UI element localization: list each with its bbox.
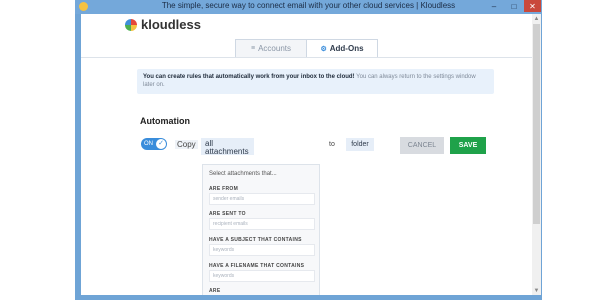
subject-keywords-input[interactable]: keywords (209, 244, 315, 256)
list-icon: ≡ (251, 45, 256, 52)
scroll-up-icon[interactable]: ▲ (532, 14, 541, 23)
filter-label-filename: HAVE A FILENAME THAT CONTAINS (209, 263, 305, 269)
app-header: kloudless (81, 14, 532, 36)
check-icon: ✓ (156, 139, 166, 149)
kloudless-logo-icon (125, 18, 137, 31)
filter-label-from: ARE FROM (209, 186, 239, 192)
attachment-filter-panel: Select attachments that... ARE FROM send… (202, 164, 320, 295)
app-window: The simple, secure way to connect email … (75, 0, 542, 300)
minimize-button[interactable]: – (484, 0, 504, 12)
folder-select[interactable]: folder (346, 138, 374, 151)
header-divider (81, 57, 532, 58)
minimize-icon: – (491, 1, 497, 11)
attachment-select[interactable]: all attachments (201, 138, 254, 156)
vertical-scrollbar[interactable]: ▲ ▼ (532, 14, 541, 295)
to-label: to (329, 141, 335, 148)
filter-panel-heading: Select attachments that... (209, 171, 277, 177)
sender-emails-input[interactable]: sender emails (209, 193, 315, 205)
recipient-emails-input[interactable]: recipient emails (209, 218, 315, 230)
action-select[interactable]: Copy (175, 140, 198, 149)
cancel-button[interactable]: CANCEL (400, 137, 444, 154)
save-button[interactable]: SAVE (450, 137, 486, 154)
tab-add-ons-label: Add-Ons (329, 44, 364, 53)
filename-keywords-input[interactable]: keywords (209, 270, 315, 282)
scroll-down-icon[interactable]: ▼ (532, 286, 541, 295)
window-title: The simple, secure way to connect email … (161, 1, 456, 10)
tab-accounts[interactable]: ≡ Accounts (236, 40, 307, 57)
toggle-label: ON (144, 141, 153, 147)
maximize-icon: □ (511, 1, 517, 11)
close-button[interactable]: ✕ (524, 0, 541, 12)
gear-icon: ⚙ (320, 45, 327, 53)
brand-logo[interactable]: kloudless (125, 17, 201, 32)
banner-main-text: You can create rules that automatically … (143, 74, 355, 80)
window-content: kloudless ≡ Accounts ⚙ Add-Ons You can c… (81, 14, 532, 295)
automation-heading: Automation (140, 116, 190, 126)
tab-add-ons[interactable]: ⚙ Add-Ons (307, 40, 377, 57)
tab-accounts-label: Accounts (258, 44, 291, 53)
tab-bar: ≡ Accounts ⚙ Add-Ons (235, 39, 378, 58)
scrollbar-thumb[interactable] (533, 24, 540, 224)
close-icon: ✕ (529, 1, 536, 11)
brand-name: kloudless (141, 17, 201, 32)
automation-toggle[interactable]: ON ✓ (141, 138, 167, 150)
filter-label-filetype: ARE (209, 288, 221, 294)
filter-label-subject: HAVE A SUBJECT THAT CONTAINS (209, 237, 302, 243)
info-banner: You can create rules that automatically … (137, 69, 494, 94)
filter-label-sent-to: ARE SENT TO (209, 211, 246, 217)
title-bar[interactable]: The simple, secure way to connect email … (75, 0, 542, 14)
maximize-button[interactable]: □ (504, 0, 524, 12)
